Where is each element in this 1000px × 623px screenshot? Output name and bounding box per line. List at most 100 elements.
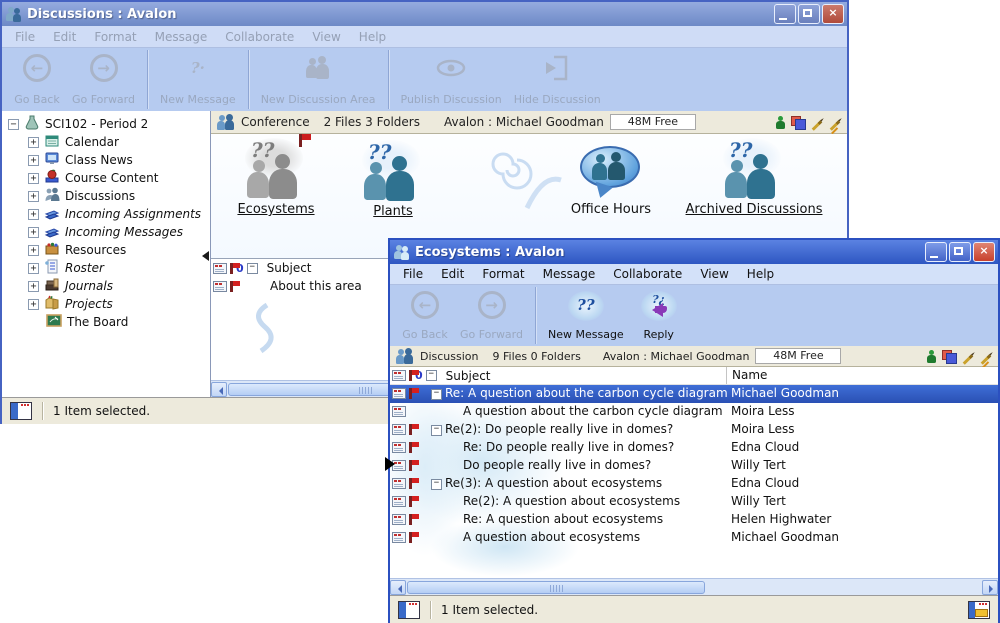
menu-help[interactable]: Help	[738, 267, 783, 281]
titlebar-discussions[interactable]: Discussions : Avalon ×	[2, 2, 847, 26]
table-row[interactable]: Re(2): Do people really live in domes? M…	[390, 421, 998, 439]
icon-label[interactable]: Archived Discussions	[679, 202, 829, 217]
subject-header[interactable]: Subject	[446, 369, 491, 383]
table-row[interactable]: A question about the carbon cycle diagra…	[390, 403, 998, 421]
file-folder-counts: 9 Files 0 Folders	[493, 350, 581, 363]
tree-item-class-news[interactable]: Class News	[2, 151, 210, 169]
icon-label[interactable]: Plants	[333, 204, 453, 219]
expand-icon[interactable]	[28, 245, 39, 256]
new-message-button[interactable]: ?? New Message	[542, 289, 630, 344]
scrollbar-thumb[interactable]	[407, 581, 705, 594]
panel-toggle-icon[interactable]	[398, 601, 420, 619]
tree-item-calendar[interactable]: Calendar	[2, 133, 210, 151]
maximize-button[interactable]	[949, 242, 971, 262]
table-row[interactable]: Re: Do people really live in domes? Edna…	[390, 439, 998, 457]
icon-archived-discussions[interactable]: ?? Archived Discussions	[679, 142, 829, 217]
table-row[interactable]: Re(2): A question about ecosystems Willy…	[390, 493, 998, 511]
minimize-button[interactable]	[925, 242, 947, 262]
menu-edit[interactable]: Edit	[432, 267, 473, 281]
tree-root-sci102[interactable]: SCI102 - Period 2	[2, 115, 210, 133]
go-back-button[interactable]: ← Go Back	[396, 289, 454, 344]
menu-edit[interactable]: Edit	[44, 30, 85, 44]
subject-header[interactable]: Subject	[267, 261, 312, 275]
expand-icon[interactable]	[28, 173, 39, 184]
summary-panel-icon[interactable]	[968, 601, 990, 619]
tree-item-discussions[interactable]: Discussions	[2, 187, 210, 205]
table-row[interactable]: A question about ecosystems Michael Good…	[390, 529, 998, 547]
scroll-left-button[interactable]	[390, 580, 406, 595]
sidebar-tree: SCI102 - Period 2 Calendar	[2, 111, 211, 397]
icon-office-hours[interactable]: Office Hours	[551, 144, 671, 217]
message-icon	[213, 281, 227, 292]
go-back-button[interactable]: ← Go Back	[8, 52, 66, 109]
expand-icon[interactable]	[28, 299, 39, 310]
new-discussion-area-button[interactable]: New Discussion Area	[255, 52, 382, 109]
tree-item-projects[interactable]: Projects	[2, 295, 210, 313]
message-icon	[392, 424, 406, 435]
thread-collapse-box[interactable]	[431, 425, 442, 436]
tree-item-the-board[interactable]: The Board	[2, 313, 210, 331]
go-forward-button[interactable]: → Go Forward	[66, 52, 141, 109]
name-header[interactable]: Name	[726, 367, 992, 384]
menu-collaborate[interactable]: Collaborate	[604, 267, 691, 281]
table-row[interactable]: Do people really live in domes? Willy Te…	[390, 457, 998, 475]
collapse-all-box[interactable]	[247, 263, 258, 274]
menu-file[interactable]: File	[394, 267, 432, 281]
menu-file[interactable]: File	[6, 30, 44, 44]
tree-item-journals[interactable]: Journals	[2, 277, 210, 295]
menu-collaborate[interactable]: Collaborate	[216, 30, 303, 44]
tree-item-incoming-assignments[interactable]: Incoming Assignments	[2, 205, 210, 223]
tree-item-course-content[interactable]: Course Content	[2, 169, 210, 187]
row-subject: Re(2): A question about ecosystems	[463, 494, 680, 508]
expand-icon[interactable]	[28, 155, 39, 166]
close-button[interactable]: ×	[822, 4, 844, 24]
scroll-left-button[interactable]	[211, 382, 227, 397]
menu-view[interactable]: View	[303, 30, 349, 44]
expand-icon[interactable]	[28, 263, 39, 274]
flag-icon	[409, 478, 412, 489]
expand-icon[interactable]	[28, 137, 39, 148]
expand-icon[interactable]	[28, 227, 39, 238]
collapse-icon[interactable]	[8, 119, 19, 130]
titlebar-ecosystems[interactable]: Ecosystems : Avalon ×	[390, 240, 998, 264]
icon-label[interactable]: Ecosystems	[216, 202, 336, 217]
go-forward-button[interactable]: → Go Forward	[454, 289, 529, 344]
tree-item-resources[interactable]: Resources	[2, 241, 210, 259]
tree-item-roster[interactable]: Roster	[2, 259, 210, 277]
reply-button[interactable]: ?¿ Reply	[630, 289, 688, 344]
icon-plants[interactable]: ?? Plants	[333, 144, 453, 219]
thread-collapse-box[interactable]	[431, 389, 442, 400]
close-button[interactable]: ×	[973, 242, 995, 262]
expand-icon[interactable]	[28, 191, 39, 202]
expand-icon[interactable]	[28, 209, 39, 220]
tree-item-incoming-messages[interactable]: Incoming Messages	[2, 223, 210, 241]
item-subject[interactable]: About this area	[270, 279, 362, 293]
hide-discussion-button[interactable]: Hide Discussion	[508, 52, 607, 109]
splitter-collapse-arrow[interactable]	[197, 251, 209, 261]
menu-message[interactable]: Message	[534, 267, 605, 281]
menu-view[interactable]: View	[691, 267, 737, 281]
scroll-right-button[interactable]	[982, 580, 998, 595]
table-row[interactable]: Re(3): A question about ecosystems Edna …	[390, 475, 998, 493]
menu-format[interactable]: Format	[85, 30, 145, 44]
publish-discussion-button[interactable]: Publish Discussion	[395, 52, 508, 109]
menu-message[interactable]: Message	[146, 30, 217, 44]
new-message-button[interactable]: ?· New Message	[154, 52, 242, 109]
expand-icon[interactable]	[28, 281, 39, 292]
icon-label[interactable]: Office Hours	[551, 202, 671, 217]
window-title: Ecosystems : Avalon	[415, 245, 921, 260]
table-row[interactable]: Re: A question about ecosystems Helen Hi…	[390, 511, 998, 529]
thread-collapse-box[interactable]	[431, 479, 442, 490]
collapse-all-box[interactable]	[426, 370, 437, 381]
minimize-button[interactable]	[774, 4, 796, 24]
table-header[interactable]: 0 Subject Name	[390, 367, 998, 385]
panel-toggle-icon[interactable]	[10, 402, 32, 420]
menu-format[interactable]: Format	[473, 267, 533, 281]
icon-ecosystems[interactable]: ?? Ecosystems	[216, 142, 336, 217]
forward-arrow-icon: →	[478, 291, 506, 319]
maximize-button[interactable]	[798, 4, 820, 24]
back-arrow-icon: ←	[23, 54, 51, 82]
table-row[interactable]: Re: A question about the carbon cycle di…	[390, 385, 998, 403]
menu-help[interactable]: Help	[350, 30, 395, 44]
people-icon	[303, 54, 333, 82]
